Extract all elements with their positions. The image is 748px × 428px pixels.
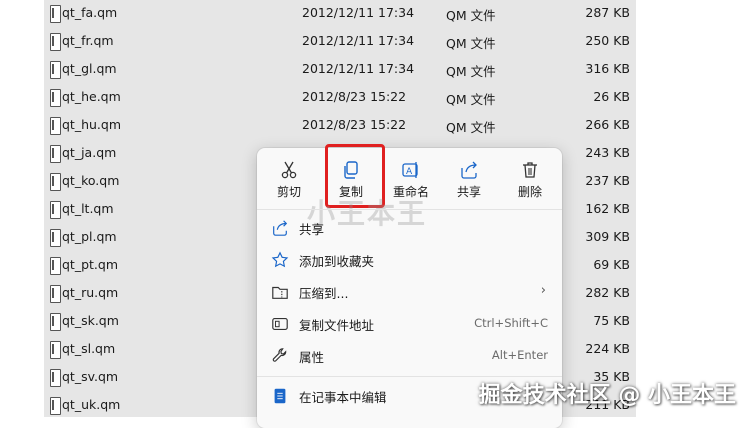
file-icon bbox=[50, 201, 61, 219]
file-size: 282 KB bbox=[585, 285, 630, 300]
file-name: qt_he.qm bbox=[62, 89, 121, 104]
menu-item-label: 压缩到... bbox=[299, 286, 349, 301]
menu-item-copy-path[interactable]: 复制文件地址 Ctrl+Shift+C bbox=[257, 309, 562, 339]
file-icon bbox=[50, 61, 61, 79]
file-name: qt_pt.qm bbox=[62, 257, 119, 272]
file-name: qt_ja.qm bbox=[62, 145, 117, 160]
file-size: 266 KB bbox=[585, 117, 630, 132]
file-name: qt_uk.qm bbox=[62, 397, 121, 412]
file-size: 250 KB bbox=[585, 33, 630, 48]
shortcut-text: Ctrl+Shift+C bbox=[474, 316, 548, 330]
file-row[interactable]: qt_he.qm 2012/8/23 15:22 QM 文件 26 KB bbox=[44, 84, 636, 112]
file-type: QM 文件 bbox=[446, 92, 496, 107]
zip-folder-icon bbox=[272, 286, 288, 299]
file-type: QM 文件 bbox=[446, 36, 496, 51]
file-icon bbox=[50, 257, 61, 275]
delete-button[interactable]: 删除 bbox=[502, 156, 558, 204]
file-icon bbox=[50, 285, 61, 303]
shortcut-text: Alt+Enter bbox=[491, 348, 548, 362]
file-date: 2012/8/23 15:22 bbox=[302, 89, 407, 104]
menu-item-label: 在记事本中编辑 bbox=[299, 390, 387, 405]
file-icon bbox=[50, 5, 61, 23]
file-name: qt_fa.qm bbox=[62, 5, 118, 20]
file-name: qt_hu.qm bbox=[62, 117, 122, 132]
file-name: qt_ko.qm bbox=[62, 173, 120, 188]
trash-icon bbox=[523, 162, 537, 178]
file-icon bbox=[50, 89, 61, 107]
share-icon bbox=[461, 161, 477, 179]
file-row[interactable]: qt_fa.qm 2012/12/11 17:34 QM 文件 287 KB bbox=[44, 0, 636, 28]
file-name: qt_sv.qm bbox=[62, 369, 119, 384]
file-size: 162 KB bbox=[585, 201, 630, 216]
file-size: 69 KB bbox=[593, 257, 630, 272]
menu-divider bbox=[257, 209, 562, 210]
file-size: 224 KB bbox=[585, 341, 630, 356]
chevron-right-icon: › bbox=[540, 283, 546, 298]
file-icon bbox=[50, 397, 61, 415]
file-type: QM 文件 bbox=[446, 8, 496, 23]
menu-item-properties[interactable]: 属性 Alt+Enter bbox=[257, 341, 562, 371]
file-size: 309 KB bbox=[585, 229, 630, 244]
file-size: 237 KB bbox=[585, 173, 630, 188]
file-icon bbox=[50, 341, 61, 359]
scissors-icon bbox=[281, 161, 297, 179]
share-top-button[interactable]: 共享 bbox=[441, 156, 497, 204]
file-icon bbox=[50, 313, 61, 331]
file-icon bbox=[50, 229, 61, 247]
file-icon bbox=[50, 33, 61, 51]
file-size: 316 KB bbox=[585, 61, 630, 76]
rename-icon: A bbox=[402, 162, 418, 178]
notepad-icon bbox=[274, 388, 286, 404]
file-type: QM 文件 bbox=[446, 120, 496, 135]
menu-item-label: 属性 bbox=[299, 350, 325, 365]
share-top-label: 共享 bbox=[456, 185, 481, 199]
context-menu-top-actions: 剪切 复制 A 重命名 共享 删除 小王本王 bbox=[257, 144, 562, 230]
file-type: QM 文件 bbox=[446, 64, 496, 79]
wrench-icon bbox=[272, 348, 287, 362]
star-icon bbox=[271, 251, 289, 268]
svg-text:A: A bbox=[406, 167, 413, 177]
file-name: qt_pl.qm bbox=[62, 229, 117, 244]
file-name: qt_fr.qm bbox=[62, 33, 114, 48]
file-date: 2012/12/11 17:34 bbox=[302, 61, 415, 76]
menu-item-label: 共享 bbox=[299, 222, 325, 237]
file-name: qt_sl.qm bbox=[62, 341, 116, 356]
copy-path-icon bbox=[272, 318, 288, 330]
file-row[interactable]: qt_gl.qm 2012/12/11 17:34 QM 文件 316 KB bbox=[44, 56, 636, 84]
file-name: qt_lt.qm bbox=[62, 201, 114, 216]
file-row[interactable]: qt_hu.qm 2012/8/23 15:22 QM 文件 266 KB bbox=[44, 112, 636, 140]
file-size: 26 KB bbox=[593, 89, 630, 104]
file-name: qt_gl.qm bbox=[62, 61, 117, 76]
file-name: qt_sk.qm bbox=[62, 313, 119, 328]
file-date: 2012/8/23 15:22 bbox=[302, 117, 407, 132]
share-icon bbox=[273, 220, 288, 236]
file-name: qt_ru.qm bbox=[62, 285, 119, 300]
delete-label: 删除 bbox=[517, 185, 542, 199]
menu-item-compress[interactable]: 压缩到... › bbox=[257, 277, 562, 307]
menu-item-label: 添加到收藏夹 bbox=[299, 254, 375, 269]
menu-item-label: 复制文件地址 bbox=[299, 318, 375, 333]
file-icon bbox=[50, 369, 61, 387]
file-icon bbox=[50, 173, 61, 191]
file-icon bbox=[50, 117, 61, 135]
file-icon bbox=[50, 145, 61, 163]
file-size: 287 KB bbox=[585, 5, 630, 20]
file-date: 2012/12/11 17:34 bbox=[302, 5, 415, 20]
watermark-caption: 掘金技术社区 @ 小王本王 bbox=[478, 383, 736, 408]
menu-item-favorite[interactable]: 添加到收藏夹 bbox=[257, 245, 562, 275]
file-row[interactable]: qt_fr.qm 2012/12/11 17:34 QM 文件 250 KB bbox=[44, 28, 636, 56]
file-size: 243 KB bbox=[585, 145, 630, 160]
file-date: 2012/12/11 17:34 bbox=[302, 33, 415, 48]
menu-item-share[interactable]: 共享 bbox=[257, 213, 562, 243]
file-size: 75 KB bbox=[593, 313, 630, 328]
